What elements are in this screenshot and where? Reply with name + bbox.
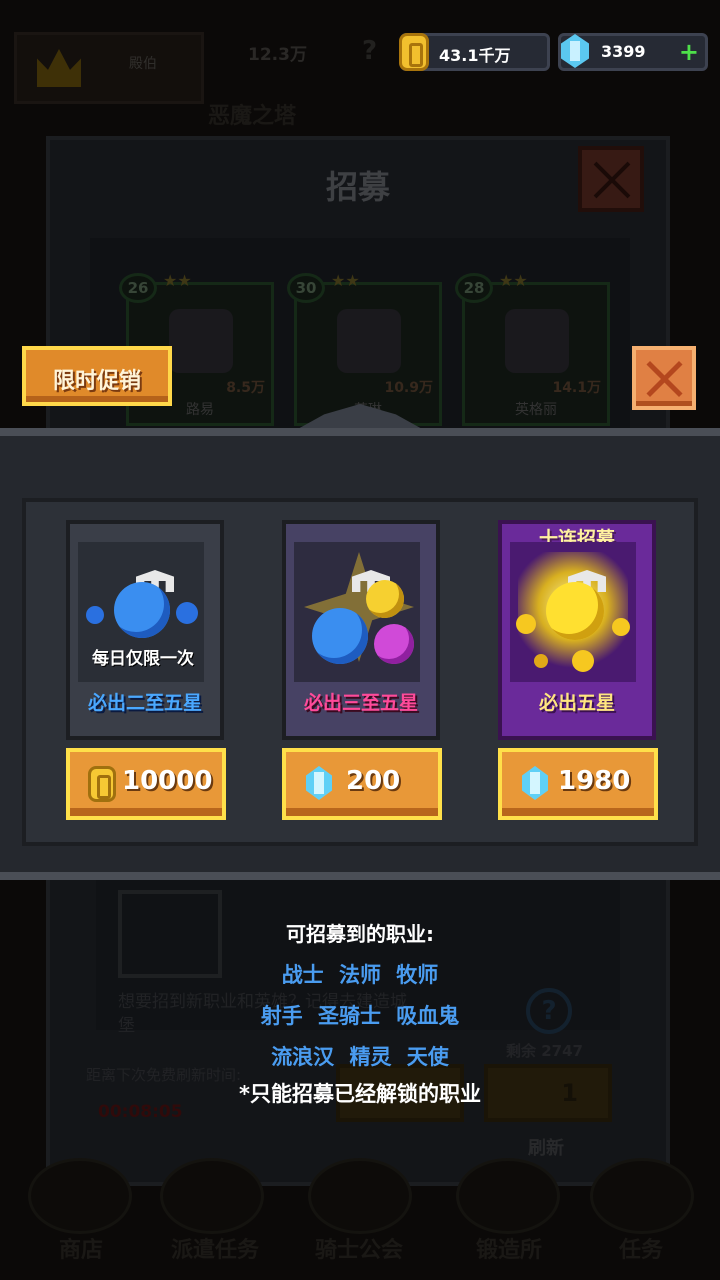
buy-gem-button[interactable]: 1980 bbox=[498, 748, 658, 820]
hero-power: 8.5万 bbox=[226, 380, 265, 396]
nav-quest[interactable]: 任务 bbox=[576, 1232, 706, 1264]
gold-counter: 43.1千万 bbox=[399, 33, 550, 71]
small-orb-icon bbox=[86, 606, 104, 624]
shop-icon bbox=[28, 1158, 132, 1234]
limited-sale-label: 限时促销 bbox=[52, 369, 141, 394]
blue-orb-icon bbox=[114, 582, 170, 638]
hero-level: 28 bbox=[455, 273, 493, 303]
gold-orb-icon bbox=[546, 582, 604, 640]
gem-value: 3399 bbox=[601, 42, 646, 61]
classes-note: *只能招募已经解锁的职业 bbox=[239, 1082, 481, 1106]
hero-stars: ★★ bbox=[331, 271, 360, 290]
nav-dispatch[interactable]: 派遣任务 bbox=[150, 1232, 280, 1264]
recruitable-classes: 可招募到的职业: 战士 法师 牧师 射手 圣骑士 吸血鬼 流浪汉 精灵 天使 bbox=[0, 918, 720, 1082]
forge-icon bbox=[456, 1158, 560, 1234]
gold-orb-icon bbox=[366, 580, 404, 618]
small-gold-orb-icon bbox=[572, 650, 594, 672]
hero-level: 30 bbox=[287, 273, 325, 303]
gem-icon bbox=[306, 766, 332, 800]
offer-price: 1980 bbox=[558, 766, 631, 796]
hero-stars: ★★ bbox=[499, 271, 528, 290]
hero-stars: ★★ bbox=[163, 271, 192, 290]
gold-coin-icon bbox=[399, 33, 429, 71]
small-gold-orb-icon bbox=[534, 654, 548, 668]
small-gold-orb-icon bbox=[516, 614, 536, 634]
hero-power: 14.1万 bbox=[552, 380, 601, 396]
player-avatar-panel[interactable]: 殿伯 bbox=[14, 32, 204, 104]
gem-counter: 3399 + bbox=[558, 33, 708, 71]
small-orb-icon bbox=[176, 602, 198, 624]
offer-price: 10000 bbox=[122, 766, 213, 796]
purple-orb-icon bbox=[374, 624, 414, 664]
offer-price: 200 bbox=[346, 766, 401, 796]
offers-container: 每日仅限一次 必出二至五星 10000 必出三至五星 200 十连招募 必出五星… bbox=[22, 498, 698, 846]
dialog-title: 招募 bbox=[325, 168, 390, 206]
nav-forge[interactable]: 锻造所 bbox=[444, 1232, 574, 1264]
gem-icon bbox=[522, 766, 548, 800]
player-name: 殿伯 bbox=[129, 56, 157, 72]
hero-level: 26 bbox=[119, 273, 157, 303]
hero-portrait bbox=[337, 309, 401, 373]
nav-shop[interactable]: 商店 bbox=[16, 1232, 146, 1264]
gem-icon bbox=[561, 34, 589, 68]
offer-subtitle: 必出二至五星 bbox=[87, 692, 202, 714]
help-icon[interactable]: ? bbox=[362, 36, 377, 66]
hero-power: 10.9万 bbox=[384, 380, 433, 396]
buy-gold-button[interactable]: 10000 bbox=[66, 748, 226, 820]
blue-orb-icon bbox=[312, 608, 368, 664]
tower-title: 恶魔之塔 bbox=[208, 104, 297, 129]
dispatch-icon bbox=[160, 1158, 264, 1234]
offer-subtitle: 必出五星 bbox=[538, 692, 615, 714]
power-value: 12.3万 bbox=[248, 45, 307, 65]
vip-icon bbox=[308, 1158, 412, 1234]
offer-subtitle: 必出三至五星 bbox=[303, 692, 418, 714]
hero-card[interactable]: 30 ★★ 10.9万 艾琳 bbox=[287, 271, 442, 426]
small-gold-orb-icon bbox=[612, 618, 630, 636]
offer-art bbox=[294, 542, 420, 682]
dialog-close-icon[interactable] bbox=[578, 146, 644, 212]
gold-coin-icon bbox=[88, 766, 116, 802]
offer-art bbox=[510, 542, 636, 682]
offer-card-daily[interactable]: 每日仅限一次 必出二至五星 bbox=[66, 520, 224, 740]
promo-panel: 每日仅限一次 必出二至五星 10000 必出三至五星 200 十连招募 必出五星… bbox=[0, 428, 720, 880]
classes-row: 战士 法师 牧师 bbox=[281, 963, 439, 987]
gold-value: 43.1千万 bbox=[439, 46, 511, 65]
bottom-nav: 商店 派遣任务 骑士公会 锻造所 任务 bbox=[0, 1150, 720, 1280]
hero-name: 英格丽 bbox=[515, 402, 557, 418]
hero-portrait bbox=[505, 309, 569, 373]
add-gems-button[interactable]: + bbox=[679, 38, 699, 66]
limited-sale-tag: 限时促销 bbox=[22, 346, 172, 406]
crown-icon bbox=[37, 49, 81, 87]
buy-gem-button[interactable]: 200 bbox=[282, 748, 442, 820]
close-icon[interactable] bbox=[632, 346, 696, 410]
offer-card-ten-pull[interactable]: 十连招募 必出五星 bbox=[498, 520, 656, 740]
offer-note: 每日仅限一次 bbox=[92, 649, 194, 669]
hero-portrait bbox=[169, 309, 233, 373]
offer-card-premium[interactable]: 必出三至五星 bbox=[282, 520, 440, 740]
classes-row: 射手 圣骑士 吸血鬼 bbox=[260, 1004, 460, 1028]
hero-card[interactable]: 28 ★★ 14.1万 英格丽 bbox=[455, 271, 610, 426]
nav-guild[interactable]: 骑士公会 bbox=[294, 1232, 424, 1264]
classes-title: 可招募到的职业: bbox=[286, 922, 434, 946]
quest-icon bbox=[590, 1158, 694, 1234]
classes-row: 流浪汉 精灵 天使 bbox=[271, 1045, 449, 1069]
